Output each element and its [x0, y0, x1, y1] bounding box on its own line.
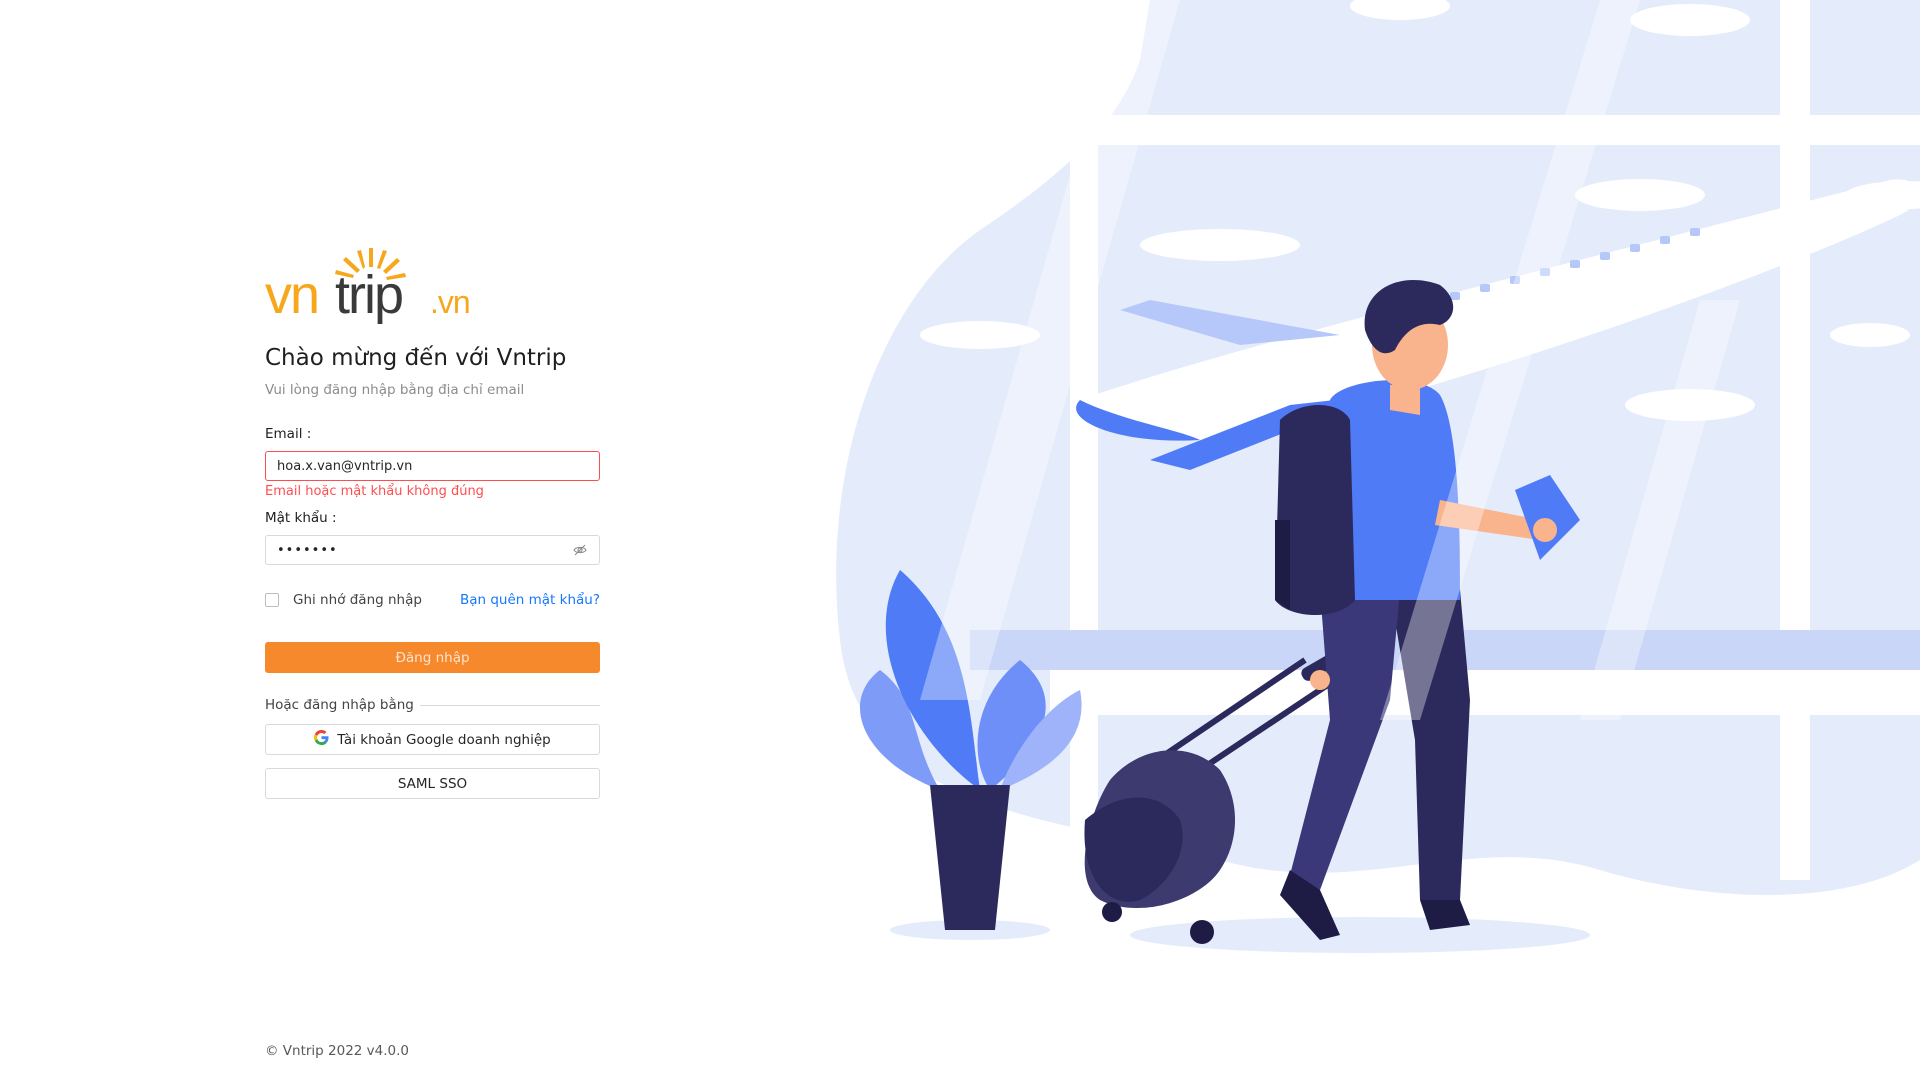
or-divider: Hoặc đăng nhập bằng [265, 697, 600, 713]
login-panel: vn trip .vn Chào mừng đến với Vntrip Vui… [265, 247, 600, 799]
email-label: Email : [265, 426, 312, 442]
or-label: Hoặc đăng nhập bằng [265, 697, 414, 713]
logo-text-suffix: .vn [430, 284, 470, 320]
logo-text-trip: trip [335, 265, 402, 325]
footer-copyright: © Vntrip 2022 v4.0.0 [265, 1043, 410, 1059]
remember-label: Ghi nhớ đăng nhập [293, 592, 422, 608]
forgot-password-link[interactable]: Bạn quên mật khẩu? [460, 592, 600, 608]
remember-checkbox[interactable] [265, 593, 279, 607]
divider-line [419, 704, 600, 706]
page-title: Chào mừng đến với Vntrip [265, 345, 567, 371]
password-value: ••••••• [277, 542, 338, 558]
google-login-button[interactable]: Tài khoản Google doanh nghiệp [265, 724, 600, 755]
eye-invisible-icon[interactable] [572, 542, 588, 558]
password-field[interactable]: ••••••• [265, 535, 600, 565]
saml-sso-button[interactable]: SAML SSO [265, 768, 600, 799]
remember-me[interactable]: Ghi nhớ đăng nhập [265, 592, 422, 608]
email-error-message: Email hoặc mật khẩu không đúng [265, 484, 484, 499]
page-subtitle: Vui lòng đăng nhập bằng địa chỉ email [265, 382, 525, 398]
logo-text-vn: vn [265, 265, 318, 325]
google-icon [314, 730, 329, 749]
google-login-label: Tài khoản Google doanh nghiệp [337, 731, 551, 748]
email-value: hoa.x.van@vntrip.vn [277, 458, 413, 474]
login-page: vn trip .vn Chào mừng đến với Vntrip Vui… [0, 0, 1920, 1080]
login-button[interactable]: Đăng nhập [265, 642, 600, 673]
email-field[interactable]: hoa.x.van@vntrip.vn [265, 451, 600, 481]
password-label: Mật khẩu : [265, 510, 337, 526]
remember-row: Ghi nhớ đăng nhập Bạn quên mật khẩu? [265, 590, 600, 610]
vntrip-logo: vn trip .vn [265, 247, 600, 335]
traveler-illustration [820, 0, 1920, 1080]
